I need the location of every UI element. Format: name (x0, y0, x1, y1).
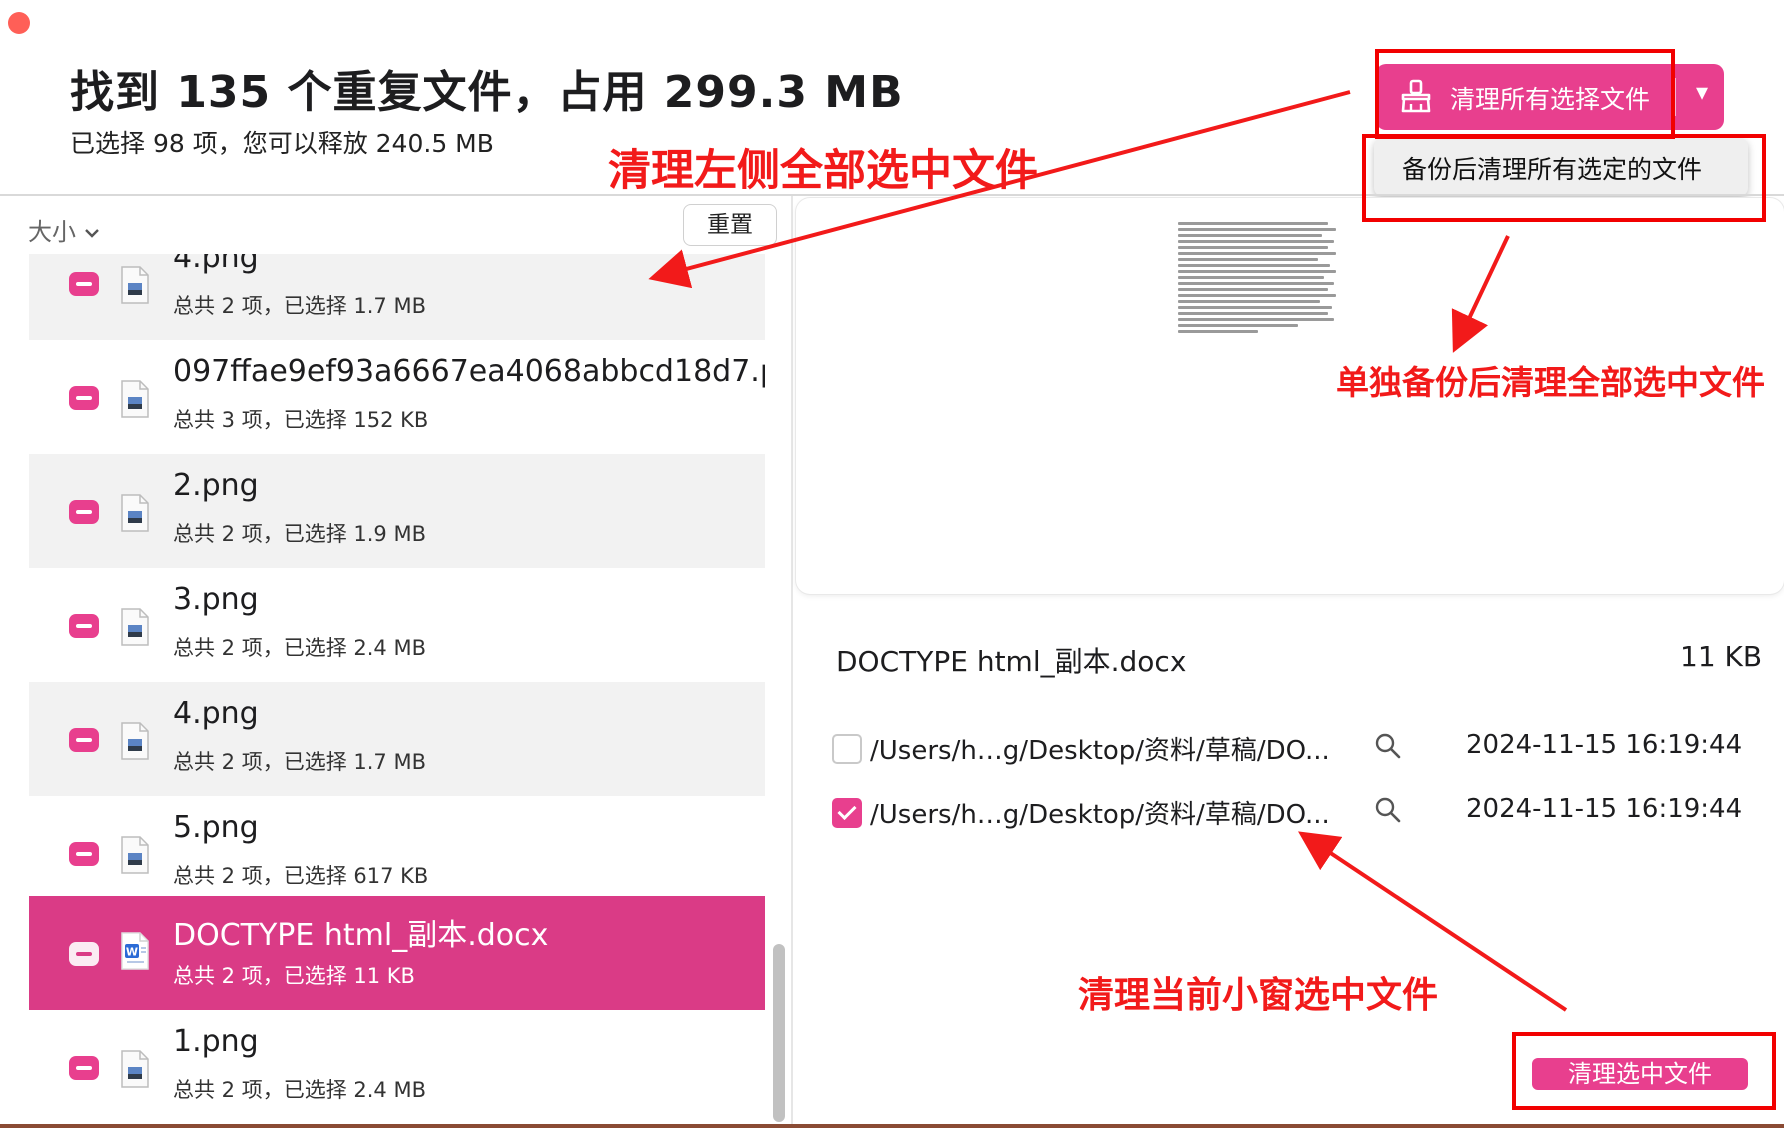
arrow-to-backup-menu (1451, 235, 1510, 353)
annotation-left-all: 清理左侧全部选中文件 (608, 146, 1038, 196)
annotation-current-window: 清理当前小窗选中文件 (1078, 975, 1439, 1016)
annotation-backup-all: 单独备份后清理全部选中文件 (1336, 363, 1765, 402)
